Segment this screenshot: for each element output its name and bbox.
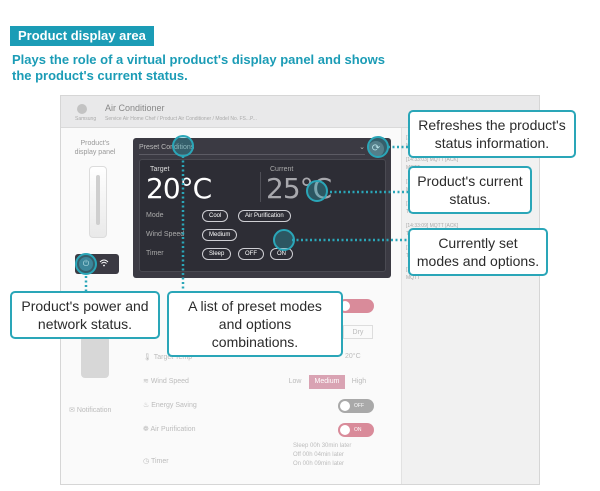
callout-presets: A list of preset modes and options combi… bbox=[167, 291, 343, 357]
timer-line-1: Sleep 00h 30min later bbox=[293, 443, 352, 449]
app-title: Air Conditioner bbox=[105, 103, 165, 113]
wind-low[interactable]: Low bbox=[281, 375, 309, 389]
mode-label: Mode bbox=[146, 212, 164, 219]
callout-current-status: Product's current status. bbox=[408, 166, 532, 214]
logo-icon bbox=[77, 104, 87, 114]
callout-power-network: Product's power and network status. bbox=[10, 291, 160, 339]
notification-link[interactable]: ✉ Notification bbox=[69, 406, 111, 414]
breadcrumb: Service Air Home Chef / Product Air Cond… bbox=[105, 116, 257, 122]
logo-text: Samsung bbox=[75, 116, 97, 122]
energy-saving-toggle[interactable]: OFF bbox=[338, 399, 374, 413]
top-toggle[interactable] bbox=[338, 299, 374, 313]
callout-refresh: Refreshes the product's status informati… bbox=[408, 110, 576, 158]
display-panel-label: Product's display panel bbox=[74, 140, 116, 156]
current-status-highlight bbox=[306, 180, 328, 202]
target-temp: 20°C bbox=[146, 172, 212, 205]
dry-option[interactable]: Dry bbox=[343, 325, 373, 339]
mode-pill-air-purification: Air Purification bbox=[238, 210, 291, 222]
callout-modes: Currently set modes and options. bbox=[408, 228, 548, 276]
target-temp-value[interactable]: 20°C bbox=[345, 353, 361, 360]
wifi-icon bbox=[99, 259, 109, 269]
wind-pill: Medium bbox=[202, 229, 238, 241]
timer-line-3: On 00h 09min later bbox=[293, 461, 345, 467]
modes-highlight bbox=[273, 229, 295, 251]
status-card: Target 20°C Current 25°C Mode Cool Air P… bbox=[139, 159, 386, 272]
wind-speed-label: Wind Speed bbox=[146, 231, 185, 238]
air-purification-row: ❁ Air Purification bbox=[143, 426, 196, 433]
energy-saving-row: ♨ Energy Saving bbox=[143, 402, 197, 409]
timer-row: ◷ Timer bbox=[143, 458, 169, 465]
chevron-down-icon: ⌄ bbox=[359, 144, 365, 151]
preset-highlight bbox=[172, 135, 194, 157]
hand-icon bbox=[81, 336, 109, 378]
timer-pill-off: OFF bbox=[238, 248, 264, 260]
air-conditioner-image bbox=[89, 166, 107, 238]
timer-line-2: Off 00h 04min later bbox=[293, 452, 344, 458]
wind-speed-row: ≋ Wind Speed bbox=[143, 378, 189, 385]
wind-medium[interactable]: Medium bbox=[309, 375, 345, 389]
divider bbox=[260, 172, 261, 202]
power-highlight bbox=[75, 253, 97, 275]
wind-high[interactable]: High bbox=[345, 375, 373, 389]
refresh-highlight bbox=[367, 136, 389, 158]
section-subtitle: Plays the role of a virtual product's di… bbox=[12, 52, 385, 83]
timer-pill-sleep: Sleep bbox=[202, 248, 232, 260]
section-badge: Product display area bbox=[10, 26, 154, 46]
mode-pill-cool: Cool bbox=[202, 210, 229, 222]
timer-label: Timer bbox=[146, 250, 164, 257]
air-purification-toggle[interactable]: ON bbox=[338, 423, 374, 437]
